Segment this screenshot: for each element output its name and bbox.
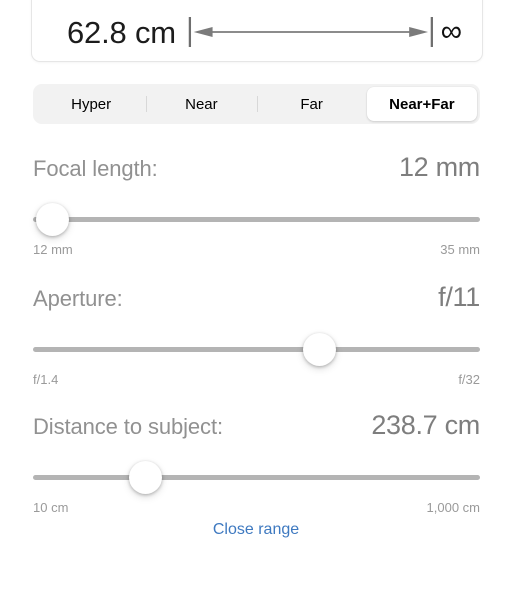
aperture-min-label: f/1.4 xyxy=(33,372,59,387)
focal-length-slider-track[interactable] xyxy=(33,217,480,222)
close-range-link[interactable]: Close range xyxy=(0,521,512,539)
segment-far-label: Far xyxy=(300,95,323,113)
dof-range-card: 62.8 cm ∞ xyxy=(31,0,483,62)
distance-slider-track[interactable] xyxy=(33,475,480,480)
distance-slider[interactable] xyxy=(33,460,480,494)
distance-slider-thumb[interactable] xyxy=(128,461,162,494)
focal-length-min-label: 12 mm xyxy=(33,242,73,257)
focal-length-slider-thumb[interactable] xyxy=(35,203,69,236)
segment-far[interactable]: Far xyxy=(256,87,367,121)
near-limit-value: 62.8 cm xyxy=(67,14,176,50)
distance-value: 238.7 cm xyxy=(371,410,480,440)
focal-length-header: Focal length: 12 mm xyxy=(33,152,480,186)
focal-length-value: 12 mm xyxy=(398,152,480,182)
dof-range-content: 62.8 cm ∞ xyxy=(32,1,482,61)
segment-near-far[interactable]: Near+Far xyxy=(366,87,477,121)
aperture-max-label: f/32 xyxy=(458,372,480,387)
focal-length-slider[interactable] xyxy=(33,202,480,236)
focal-length-max-label: 35 mm xyxy=(440,242,480,257)
aperture-slider-thumb[interactable] xyxy=(303,333,337,366)
aperture-control-group: Aperture: f/11 f/1.4 f/32 xyxy=(33,282,480,387)
focal-length-label: Focal length: xyxy=(33,156,158,181)
distance-max-label: 1,000 cm xyxy=(426,500,480,515)
aperture-header: Aperture: f/11 xyxy=(33,282,480,316)
distance-label: Distance to subject: xyxy=(33,414,223,439)
segment-near-far-label: Near+Far xyxy=(389,95,455,113)
focal-length-scale: 12 mm 35 mm xyxy=(33,242,480,257)
aperture-label: Aperture: xyxy=(33,286,123,311)
distance-min-label: 10 cm xyxy=(33,500,69,515)
focal-length-control-group: Focal length: 12 mm 12 mm 35 mm xyxy=(33,152,480,257)
distance-header: Distance to subject: 238.7 cm xyxy=(33,410,480,444)
aperture-slider[interactable] xyxy=(33,332,480,366)
aperture-value: f/11 xyxy=(438,282,480,312)
distance-scale: 10 cm 1,000 cm xyxy=(33,500,480,515)
segment-hyper[interactable]: Hyper xyxy=(36,87,146,121)
segment-hyper-label: Hyper xyxy=(71,95,112,113)
segment-near-label: Near xyxy=(185,95,218,113)
dof-mode-segmented-control[interactable]: Hyper Near Far Near+Far xyxy=(33,84,480,124)
aperture-scale: f/1.4 f/32 xyxy=(33,372,480,387)
distance-control-group: Distance to subject: 238.7 cm 10 cm 1,00… xyxy=(33,410,480,515)
segment-near[interactable]: Near xyxy=(146,87,256,121)
far-limit-value: ∞ xyxy=(440,15,462,48)
double-headed-arrow-icon xyxy=(188,15,434,49)
aperture-slider-track[interactable] xyxy=(33,347,480,352)
